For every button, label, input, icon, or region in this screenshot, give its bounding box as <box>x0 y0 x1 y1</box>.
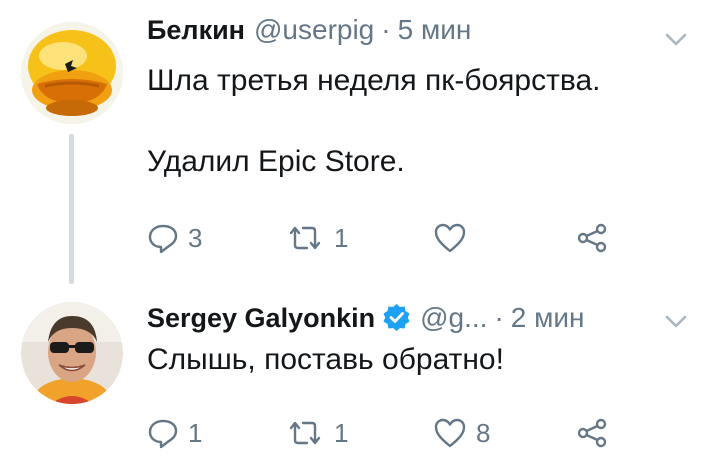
tweet-text-line-1: Слышь, поставь обратно! <box>147 343 504 376</box>
reply-icon <box>147 417 179 449</box>
like-icon <box>433 417 467 449</box>
separator-dot: · <box>494 302 504 333</box>
tweet-time[interactable]: 2 мин <box>511 302 585 334</box>
share-icon <box>575 222 609 254</box>
retweet-count: 1 <box>334 417 349 448</box>
chevron-down-icon[interactable] <box>664 32 688 48</box>
avatar-belkin[interactable] <box>21 22 123 124</box>
tweet-header: Sergey Galyonkin @g... · 2 мин <box>147 298 584 338</box>
tweet-time[interactable]: 5 мин <box>398 14 472 46</box>
avatar-sergey-galyonkin[interactable] <box>21 302 123 404</box>
tweet-belkin[interactable]: Белкин @userpig · 5 мин Шла третья недел… <box>0 0 714 290</box>
thread-connector-line <box>69 134 74 284</box>
retweet-button[interactable]: 1 <box>285 413 348 453</box>
tweet-header: Белкин @userpig · 5 мин <box>147 14 471 54</box>
reply-count: 1 <box>188 417 203 448</box>
share-button[interactable] <box>575 413 609 453</box>
like-button[interactable]: 8 <box>433 413 490 453</box>
like-icon <box>433 222 467 254</box>
like-button[interactable] <box>433 218 467 258</box>
author-handle[interactable]: @userpig <box>254 14 374 46</box>
author-name[interactable]: Sergey Galyonkin <box>147 303 375 334</box>
reply-button[interactable]: 3 <box>147 218 202 258</box>
retweet-count: 1 <box>334 222 349 253</box>
tweet-text-line-2: Удалил Epic Store. <box>147 145 405 178</box>
tweet-text-line-1: Шла третья неделя пк-боярства. <box>147 64 601 97</box>
reply-count: 3 <box>188 222 203 253</box>
tweet-sergey-galyonkin[interactable]: Sergey Galyonkin @g... · 2 мин Слышь, по… <box>0 290 714 458</box>
verified-badge-icon <box>382 303 411 332</box>
share-icon <box>575 417 609 449</box>
reply-button[interactable]: 1 <box>147 413 202 453</box>
retweet-icon <box>285 223 325 253</box>
duck-avatar-image <box>21 22 123 124</box>
chevron-down-icon[interactable] <box>664 314 688 330</box>
retweet-icon <box>285 418 325 448</box>
author-name[interactable]: Белкин <box>147 15 245 46</box>
like-count: 8 <box>476 417 491 448</box>
author-handle[interactable]: @g... <box>420 302 487 334</box>
retweet-button[interactable]: 1 <box>285 218 348 258</box>
profile-photo-image <box>21 302 123 404</box>
reply-icon <box>147 222 179 254</box>
share-button[interactable] <box>575 218 609 258</box>
separator-dot: · <box>381 14 391 45</box>
